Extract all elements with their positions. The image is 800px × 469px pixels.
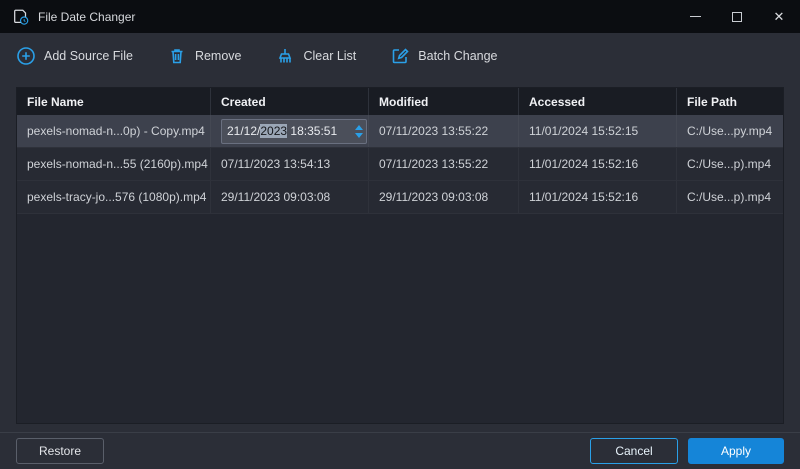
cell-file-name: pexels-nomad-n...55 (2160p).mp4: [17, 148, 211, 180]
table-empty-area: [17, 214, 783, 423]
column-header-modified[interactable]: Modified: [369, 88, 519, 115]
table-row[interactable]: pexels-nomad-n...55 (2160p).mp4 07/11/20…: [17, 148, 783, 181]
column-header-file-name[interactable]: File Name: [17, 88, 211, 115]
spinner-up-icon[interactable]: [355, 125, 363, 130]
cell-created: 07/11/2023 13:54:13: [211, 148, 369, 180]
table-row[interactable]: pexels-tracy-jo...576 (1080p).mp4 29/11/…: [17, 181, 783, 214]
trash-icon: [167, 46, 187, 66]
titlebar-left: File Date Changer: [12, 8, 135, 26]
cell-modified: 07/11/2023 13:55:22: [369, 115, 519, 147]
maximize-button[interactable]: [716, 0, 758, 33]
clear-list-button[interactable]: Clear List: [275, 46, 356, 66]
app-window: File Date Changer ✕ Add Source File: [0, 0, 800, 469]
maximize-icon: [732, 12, 742, 22]
date-segment-pre[interactable]: 21/12/: [227, 124, 260, 138]
cell-file-name: pexels-tracy-jo...576 (1080p).mp4: [17, 181, 211, 213]
plus-circle-icon: [16, 46, 36, 66]
file-table: File Name Created Modified Accessed File…: [16, 87, 784, 424]
clear-list-label: Clear List: [303, 49, 356, 63]
minimize-icon: [690, 16, 701, 17]
cancel-button[interactable]: Cancel: [590, 438, 678, 464]
cell-modified: 29/11/2023 09:03:08: [369, 181, 519, 213]
column-header-accessed[interactable]: Accessed: [519, 88, 677, 115]
add-source-file-label: Add Source File: [44, 49, 133, 63]
window-title: File Date Changer: [38, 10, 135, 24]
toolbar: Add Source File Remove Clear List: [0, 33, 800, 79]
cell-file-path: C:/Use...p).mp4: [677, 181, 783, 213]
minimize-button[interactable]: [674, 0, 716, 33]
remove-button[interactable]: Remove: [167, 46, 242, 66]
cell-modified: 07/11/2023 13:55:22: [369, 148, 519, 180]
titlebar: File Date Changer ✕: [0, 0, 800, 33]
date-segment-post[interactable]: 18:35:51: [287, 124, 337, 138]
batch-change-label: Batch Change: [418, 49, 497, 63]
date-segment-selected[interactable]: 2023: [260, 124, 287, 138]
window-controls: ✕: [674, 0, 800, 33]
cell-file-path: C:/Use...py.mp4: [677, 115, 783, 147]
close-icon: ✕: [774, 9, 785, 25]
restore-button[interactable]: Restore: [16, 438, 104, 464]
created-date-editor[interactable]: 21/12/2023 18:35:51: [221, 119, 367, 144]
date-editor-value: 21/12/2023 18:35:51: [227, 124, 337, 138]
table-row[interactable]: pexels-nomad-n...0p) - Copy.mp4 21/12/20…: [17, 115, 783, 148]
date-spinner: [351, 125, 363, 138]
edit-square-icon: [390, 46, 410, 66]
add-source-file-button[interactable]: Add Source File: [16, 46, 133, 66]
cell-file-path: C:/Use...p).mp4: [677, 148, 783, 180]
batch-change-button[interactable]: Batch Change: [390, 46, 497, 66]
apply-button[interactable]: Apply: [688, 438, 784, 464]
cell-created: 29/11/2023 09:03:08: [211, 181, 369, 213]
cell-accessed: 11/01/2024 15:52:16: [519, 181, 677, 213]
broom-icon: [275, 46, 295, 66]
cell-created: 21/12/2023 18:35:51: [211, 115, 369, 147]
footer: Restore Cancel Apply: [0, 432, 800, 469]
table-header-row: File Name Created Modified Accessed File…: [17, 88, 783, 115]
spinner-down-icon[interactable]: [355, 133, 363, 138]
cell-accessed: 11/01/2024 15:52:16: [519, 148, 677, 180]
cell-file-name: pexels-nomad-n...0p) - Copy.mp4: [17, 115, 211, 147]
app-icon: [12, 8, 30, 26]
remove-label: Remove: [195, 49, 242, 63]
column-header-created[interactable]: Created: [211, 88, 369, 115]
column-header-file-path[interactable]: File Path: [677, 88, 783, 115]
cell-accessed: 11/01/2024 15:52:15: [519, 115, 677, 147]
close-button[interactable]: ✕: [758, 0, 800, 33]
